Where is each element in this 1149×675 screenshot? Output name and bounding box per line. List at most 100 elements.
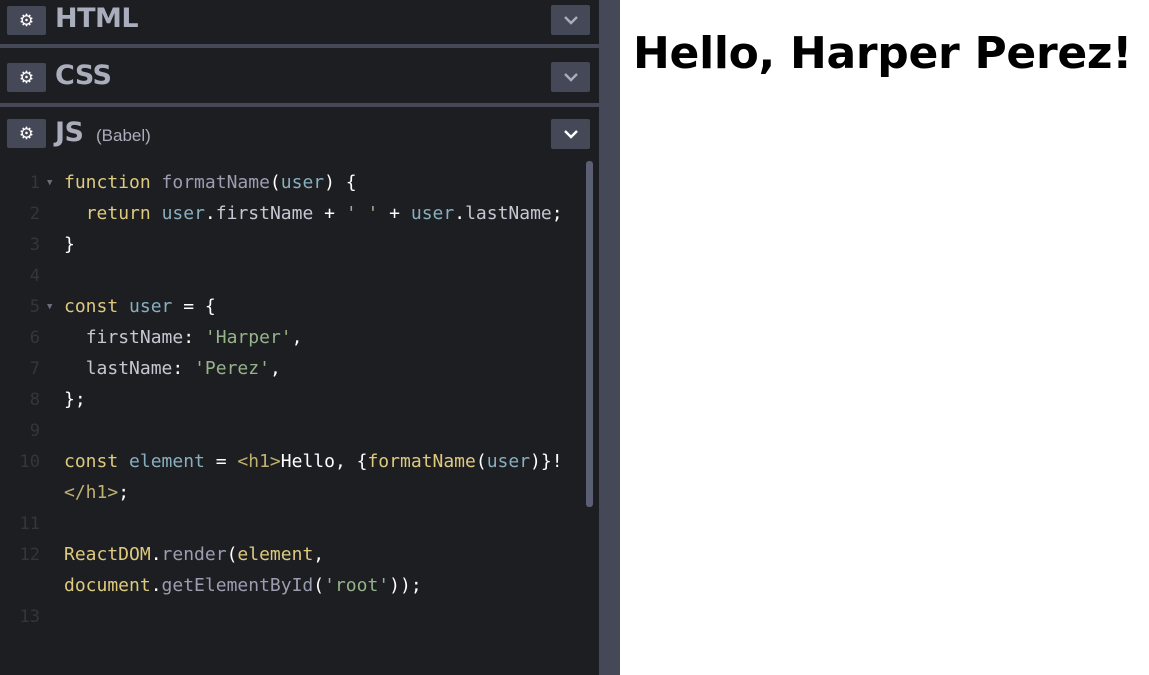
code-token: getElementById — [161, 575, 314, 596]
code-token: formatName — [161, 172, 270, 193]
line-number: 8 — [29, 390, 40, 410]
code-token: { — [356, 451, 368, 472]
code-line: ReactDOM.render(element, — [64, 544, 324, 565]
code-token: )} — [530, 451, 552, 472]
code-token: , — [291, 327, 303, 348]
code-token: + — [313, 203, 346, 224]
css-collapse-button[interactable] — [551, 62, 590, 92]
html-settings-button[interactable]: ⚙ — [7, 6, 46, 35]
code-token: )); — [389, 575, 422, 596]
js-panel-header[interactable]: ⚙ JS (Babel) — [0, 107, 599, 160]
code-token: const — [64, 451, 119, 472]
js-panel-preprocessor: (Babel) — [96, 126, 151, 145]
code-token: ( — [226, 544, 238, 565]
chevron-down-icon — [563, 130, 578, 139]
code-token: 'Harper' — [204, 327, 292, 348]
code-token: : — [183, 327, 205, 348]
code-token: firstName — [215, 203, 314, 224]
code-token: ( — [313, 575, 325, 596]
code-token: user — [410, 203, 455, 224]
code-token: user — [129, 296, 173, 317]
code-token: = — [172, 296, 205, 317]
js-panel-title: JS — [55, 117, 84, 148]
code-token: . — [454, 203, 466, 224]
editor-pane: ⚙ HTML ⚙ CSS ⚙ JS (Babel) 1 ▼ function f… — [0, 0, 599, 675]
js-settings-button[interactable]: ⚙ — [7, 119, 46, 148]
js-collapse-button[interactable] — [551, 119, 590, 149]
preview-heading: Hello, Harper Perez! — [633, 28, 1132, 79]
html-collapse-button[interactable] — [551, 5, 590, 35]
chevron-down-icon — [563, 73, 578, 82]
code-token: user — [280, 172, 325, 193]
code-token: , — [313, 544, 325, 565]
code-token: } — [64, 234, 75, 255]
line-number: 1 — [29, 173, 40, 193]
line-number: 4 — [29, 266, 40, 286]
code-token: ! — [551, 451, 563, 472]
code-token: . — [150, 544, 162, 565]
code-token: const — [64, 296, 119, 317]
chevron-down-icon — [563, 16, 578, 25]
code-token: ReactDOM — [64, 544, 151, 565]
code-token: ' ' — [345, 203, 379, 224]
code-token: 'root' — [324, 575, 390, 596]
code-token: }; — [64, 389, 86, 410]
code-token: ; — [551, 203, 563, 224]
code-token: . — [204, 203, 216, 224]
code-line: function formatName(user) { — [64, 172, 357, 193]
code-token: { — [204, 296, 216, 317]
code-token: </h1> — [64, 482, 119, 503]
code-token: render — [161, 544, 227, 565]
code-token: Hello, — [280, 451, 357, 472]
gear-icon: ⚙ — [18, 124, 35, 143]
css-settings-button[interactable]: ⚙ — [7, 63, 46, 92]
code-line: return user.firstName + ' ' + user.lastN… — [64, 203, 563, 224]
code-token: lastName — [85, 358, 173, 379]
code-token: ) { — [324, 172, 357, 193]
line-number: 12 — [19, 545, 40, 565]
gear-icon: ⚙ — [18, 68, 35, 87]
code-token: 'Perez' — [194, 358, 270, 379]
code-line: document.getElementById('root')); — [64, 575, 422, 596]
code-token: ( — [269, 172, 281, 193]
line-number: 13 — [19, 607, 40, 627]
code-token: element — [237, 544, 314, 565]
code-token: <h1> — [237, 451, 281, 472]
css-panel-header[interactable]: ⚙ CSS — [0, 48, 599, 103]
code-token: , — [269, 358, 281, 379]
line-number: 3 — [29, 235, 40, 255]
html-panel-title: HTML — [55, 3, 139, 34]
fold-toggle-icon[interactable]: ▼ — [47, 302, 52, 312]
pane-resizer[interactable] — [599, 0, 620, 675]
line-number: 10 — [19, 452, 40, 472]
code-line: lastName: 'Perez', — [64, 358, 281, 379]
html-panel-header[interactable]: ⚙ HTML — [0, 0, 599, 44]
code-token: return — [85, 203, 151, 224]
code-line: firstName: 'Harper', — [64, 327, 303, 348]
code-token: function — [64, 172, 151, 193]
code-token: firstName — [85, 327, 184, 348]
code-token: + — [378, 203, 411, 224]
code-line: }; — [64, 389, 86, 410]
code-token: lastName — [465, 203, 552, 224]
code-editor[interactable]: 1 ▼ function formatName(user) {2 return us… — [0, 160, 599, 675]
code-token: user — [486, 451, 531, 472]
code-token: ( — [475, 451, 487, 472]
code-token: user — [161, 203, 205, 224]
line-number: 11 — [19, 514, 40, 534]
code-token: ; — [118, 482, 130, 503]
line-number: 5 — [29, 297, 40, 317]
css-panel-title: CSS — [55, 60, 112, 91]
code-token: = — [204, 451, 238, 472]
code-scrollbar[interactable] — [586, 161, 593, 507]
code-line: } — [64, 234, 75, 255]
code-token: element — [129, 451, 205, 472]
line-number: 2 — [29, 204, 40, 224]
fold-toggle-icon[interactable]: ▼ — [47, 178, 52, 188]
